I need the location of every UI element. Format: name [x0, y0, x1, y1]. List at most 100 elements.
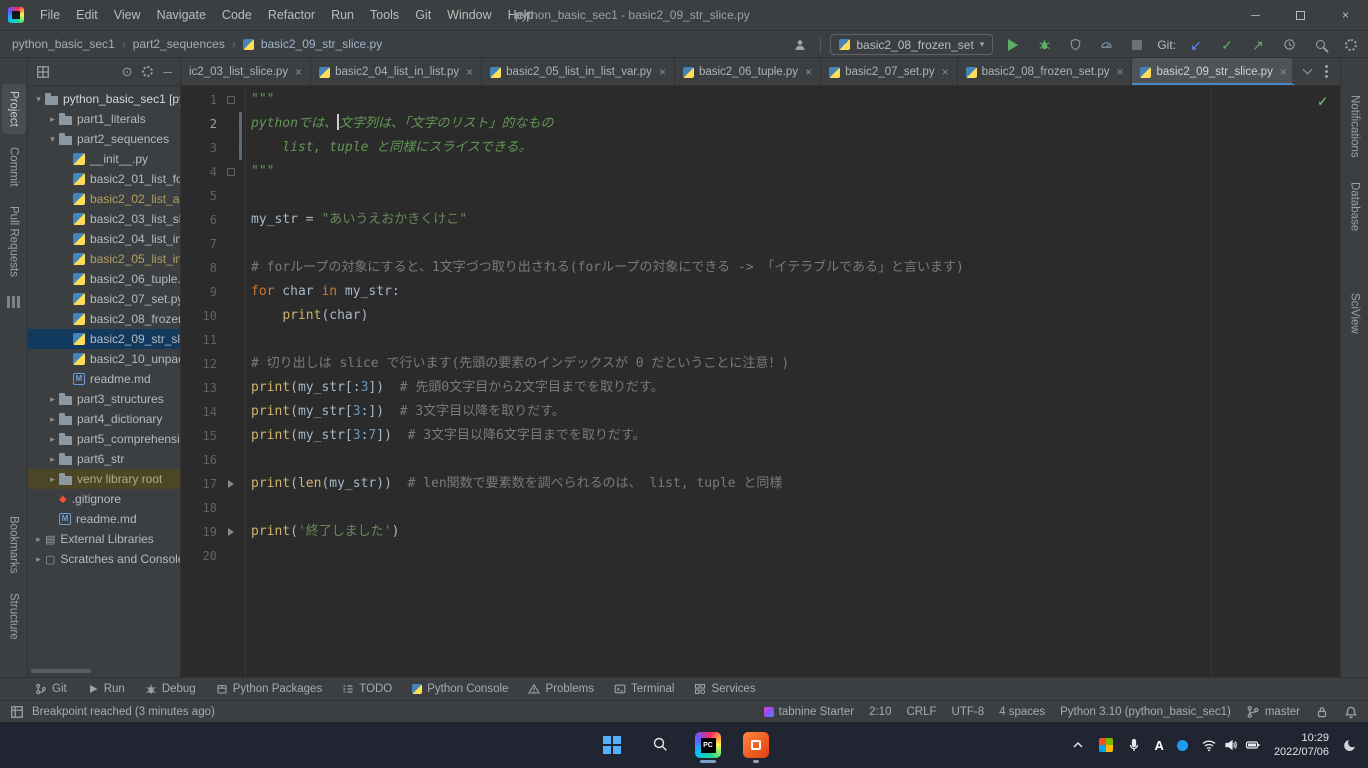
gutter[interactable]: 7: [181, 232, 245, 256]
maximize-button[interactable]: [1278, 0, 1323, 30]
project-tree-item[interactable]: ▾part2_sequences: [28, 129, 180, 149]
tree-chevron-icon[interactable]: ▸: [46, 114, 59, 125]
tree-chevron-icon[interactable]: ▸: [46, 474, 59, 485]
gutter-arrow-icon[interactable]: [228, 480, 234, 488]
tree-chevron-icon[interactable]: ▸: [32, 534, 45, 545]
caret-position[interactable]: 2:10: [869, 706, 891, 718]
menu-view[interactable]: View: [106, 0, 149, 30]
breadcrumb-project[interactable]: python_basic_sec1: [12, 37, 115, 51]
update-project-button[interactable]: ↙: [1185, 34, 1207, 56]
gutter[interactable]: 4: [181, 160, 245, 184]
gutter[interactable]: 19: [181, 520, 245, 544]
history-button[interactable]: [1278, 34, 1300, 56]
editor-tab[interactable]: basic2_08_frozen_set.py×: [958, 58, 1133, 86]
code-text[interactable]: print(my_str[3:7]) # 3文字目以降6文字目までを取りだす。: [245, 424, 646, 448]
stripe-item-bookmarks[interactable]: Bookmarks: [2, 509, 26, 581]
project-tree-item[interactable]: ▸▤External Libraries: [28, 529, 180, 549]
tree-chevron-icon[interactable]: ▾: [46, 134, 59, 145]
project-tree-item[interactable]: ▸part5_comprehension: [28, 429, 180, 449]
project-view-icon[interactable]: [36, 65, 50, 79]
stripe-item-notifications[interactable]: Notifications: [1343, 88, 1367, 165]
editor-tab[interactable]: basic2_05_list_in_list_var.py×: [482, 58, 675, 86]
tabnine-status[interactable]: tabnine Starter: [764, 706, 854, 718]
bell-icon[interactable]: [1344, 705, 1358, 719]
gutter[interactable]: 5: [181, 184, 245, 208]
project-tree-item[interactable]: Mreadme.md: [28, 369, 180, 389]
microphone-icon[interactable]: [1126, 737, 1142, 753]
editor-tab[interactable]: basic2_06_tuple.py×: [675, 58, 821, 86]
line-separator[interactable]: CRLF: [906, 706, 936, 718]
stripe-item-pull-requests[interactable]: Pull Requests: [2, 199, 26, 284]
gutter[interactable]: 15: [181, 424, 245, 448]
tab-close-icon[interactable]: ×: [1280, 65, 1287, 79]
project-tree-item[interactable]: basic2_10_unpack.py: [28, 349, 180, 369]
stripe-item-commit[interactable]: Commit: [2, 140, 26, 194]
toolwindow-problems[interactable]: Problems: [519, 678, 603, 700]
taskbar-app2[interactable]: [736, 725, 776, 765]
project-tree-item[interactable]: Mreadme.md: [28, 509, 180, 529]
minimize-button[interactable]: ─: [1233, 0, 1278, 30]
project-tree-item[interactable]: basic2_08_frozen_set.py: [28, 309, 180, 329]
lock-icon[interactable]: [1315, 705, 1329, 719]
tab-close-icon[interactable]: ×: [805, 65, 812, 79]
settings-button[interactable]: [1340, 34, 1362, 56]
project-tree-item[interactable]: basic2_06_tuple.py: [28, 269, 180, 289]
editor-tab[interactable]: basic2_09_str_slice.py×: [1132, 58, 1295, 86]
debug-button[interactable]: [1033, 34, 1055, 56]
menu-code[interactable]: Code: [214, 0, 260, 30]
code-text[interactable]: print('終了しました'): [245, 520, 399, 544]
coverage-button[interactable]: [1064, 34, 1086, 56]
project-tree-item[interactable]: basic2_07_set.py: [28, 289, 180, 309]
menu-window[interactable]: Window: [439, 0, 499, 30]
push-button[interactable]: ↗: [1247, 34, 1269, 56]
toolwindow-terminal[interactable]: Terminal: [605, 678, 683, 700]
code-text[interactable]: # forループの対象にすると、1文字づつ取り出される(forループの対象にでき…: [245, 256, 964, 280]
gutter[interactable]: 2: [181, 112, 245, 136]
tab-close-icon[interactable]: ×: [942, 65, 949, 79]
breadcrumb-package[interactable]: part2_sequences: [133, 37, 225, 51]
project-tree-item[interactable]: basic2_09_str_slice.py: [28, 329, 180, 349]
project-tree-item[interactable]: ▸part6_str: [28, 449, 180, 469]
gutter-arrow-icon[interactable]: [228, 528, 234, 536]
gutter[interactable]: 10: [181, 304, 245, 328]
toolwindow-todo[interactable]: TODO: [333, 678, 401, 700]
network-volume-battery-group[interactable]: [1201, 737, 1261, 753]
gutter[interactable]: 13: [181, 376, 245, 400]
tree-chevron-icon[interactable]: ▸: [46, 414, 59, 425]
code-text[interactable]: """: [245, 88, 274, 112]
editor-tab[interactable]: ic2_03_list_slice.py×: [181, 58, 311, 86]
indent-style[interactable]: 4 spaces: [999, 706, 1045, 718]
stripe-item-sciview[interactable]: SciView: [1343, 286, 1367, 341]
code-text[interactable]: print(my_str[3:]) # 3文字目以降を取りだす。: [245, 400, 565, 424]
tab-close-icon[interactable]: ×: [1116, 65, 1123, 79]
code-text[interactable]: for char in my_str:: [245, 280, 400, 304]
gutter[interactable]: 8: [181, 256, 245, 280]
tab-options-icon[interactable]: [1325, 70, 1328, 73]
code-text[interactable]: print(my_str[:3]) # 先頭0文字目から2文字目までを取りだす。: [245, 376, 664, 400]
project-tree-item[interactable]: basic2_02_list_append.py: [28, 189, 180, 209]
tree-chevron-icon[interactable]: ▸: [46, 394, 59, 405]
profiler-button[interactable]: [1095, 34, 1117, 56]
menu-refactor[interactable]: Refactor: [260, 0, 323, 30]
gutter[interactable]: 14: [181, 400, 245, 424]
tab-close-icon[interactable]: ×: [295, 65, 302, 79]
code-text[interactable]: pythonでは、文字列は、「文字のリスト」的なもの: [245, 112, 553, 136]
python-interpreter[interactable]: Python 3.10 (python_basic_sec1): [1060, 706, 1231, 718]
toolwindow-git[interactable]: Git: [26, 678, 76, 700]
stripe-item-structure[interactable]: Structure: [2, 586, 26, 647]
inspection-ok-icon[interactable]: ✓: [1317, 94, 1328, 110]
commit-button[interactable]: ✓: [1216, 34, 1238, 56]
project-tree-item[interactable]: __init__.py: [28, 149, 180, 169]
locate-file-icon[interactable]: ⊙: [122, 65, 133, 78]
code-editor[interactable]: 1"""2pythonでは、文字列は、「文字のリスト」的なもの3 list, t…: [181, 86, 1340, 677]
tab-list-dropdown-icon[interactable]: [1303, 65, 1313, 75]
git-branch[interactable]: master: [1246, 705, 1300, 719]
toolwindow-python-packages[interactable]: Python Packages: [207, 678, 332, 700]
menu-run[interactable]: Run: [323, 0, 362, 30]
gutter[interactable]: 17: [181, 472, 245, 496]
tab-close-icon[interactable]: ×: [466, 65, 473, 79]
project-tree-item[interactable]: ▾python_basic_sec1 [python_basic_sec1]: [28, 89, 180, 109]
taskbar-pycharm-app[interactable]: PC: [688, 725, 728, 765]
code-with-me-icon[interactable]: [789, 34, 811, 56]
code-text[interactable]: my_str = "あいうえおかきくけこ": [245, 208, 467, 232]
